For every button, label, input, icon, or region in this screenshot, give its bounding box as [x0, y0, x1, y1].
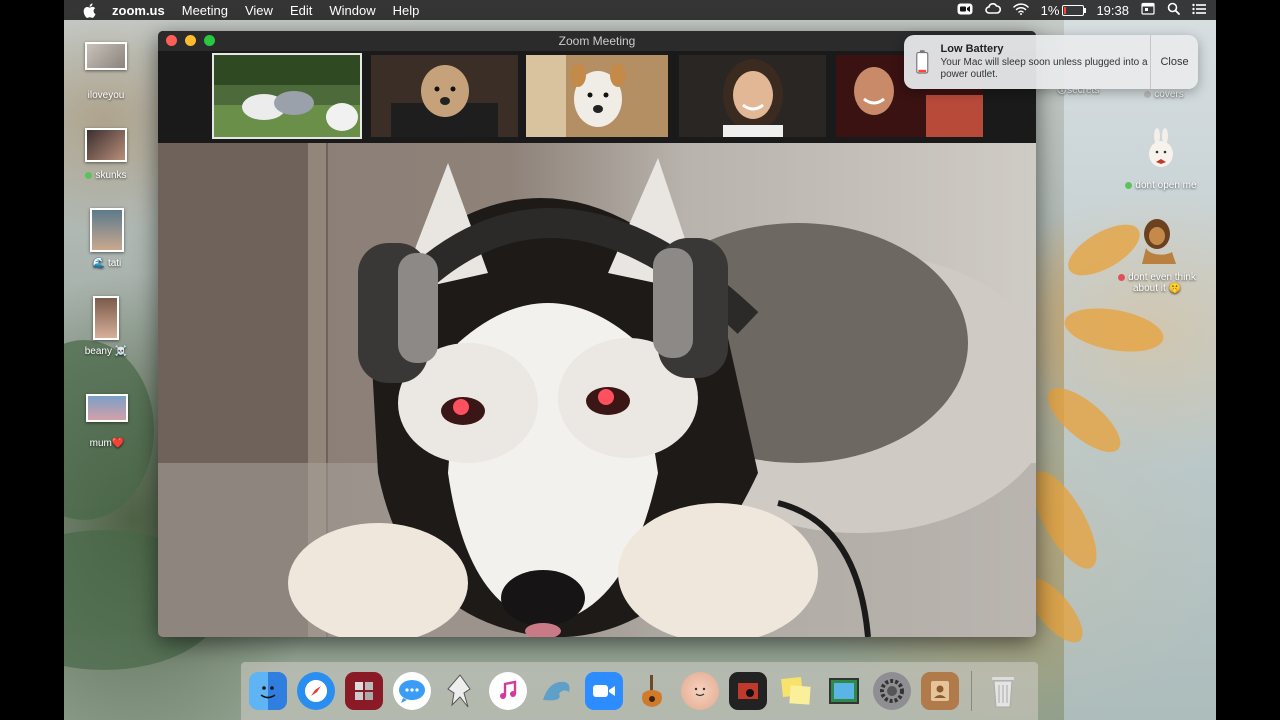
zoom-window-icon[interactable] — [204, 35, 215, 46]
husky-with-headphones-video — [158, 143, 1036, 637]
photo-slideshow-icon[interactable] — [729, 672, 767, 710]
dock-separator — [971, 671, 972, 711]
menu-view[interactable]: View — [245, 3, 273, 18]
preview-icon[interactable] — [825, 672, 863, 710]
active-speaker-video[interactable] — [158, 143, 1036, 637]
clock[interactable]: 19:38 — [1096, 3, 1129, 18]
desktop-icon-label: mum — [89, 438, 112, 449]
zoom-icon[interactable] — [585, 672, 623, 710]
menu-bar: zoom.us Meeting View Edit Window Help 1%… — [64, 0, 1216, 20]
desktop-icon-label: tati — [107, 258, 122, 269]
apple-menu-icon[interactable] — [82, 2, 96, 18]
desktop-folder-covers[interactable]: covers — [1124, 89, 1204, 100]
battery-percent: 1% — [1040, 2, 1060, 18]
participant-tile-3[interactable] — [526, 55, 668, 137]
inkscape-icon[interactable] — [441, 672, 479, 710]
desktop-icon-label: dont even think about it — [1128, 272, 1196, 294]
poodle-on-chair-video — [371, 55, 518, 137]
trash-icon[interactable] — [984, 672, 1022, 710]
stickies-icon[interactable] — [777, 672, 815, 710]
menu-window[interactable]: Window — [329, 3, 375, 18]
dogs-in-garden-video — [214, 55, 360, 137]
safari-icon[interactable] — [297, 672, 335, 710]
system-preferences-icon[interactable] — [873, 672, 911, 710]
window-title: Zoom Meeting — [558, 34, 636, 48]
window-controls — [166, 35, 215, 46]
red-tag-icon — [1118, 273, 1126, 281]
close-window-icon[interactable] — [166, 35, 177, 46]
mysql-workbench-icon[interactable] — [537, 672, 575, 710]
smiling-woman-video — [679, 55, 826, 137]
wave-emoji: 🌊 — [92, 258, 106, 269]
dock — [241, 662, 1038, 720]
itunes-icon[interactable] — [489, 672, 527, 710]
messages-icon[interactable] — [393, 672, 431, 710]
notification-body[interactable]: Low Battery Your Mac will sleep soon unl… — [904, 35, 1151, 89]
notification-message: Your Mac will sleep soon unless plugged … — [940, 57, 1148, 80]
creative-cloud-icon[interactable] — [984, 2, 1001, 18]
desktop-folder-mum[interactable]: mum❤️ — [62, 394, 152, 449]
finder-icon[interactable] — [249, 672, 287, 710]
status-area: 1% 19:38 — [957, 0, 1206, 20]
heart-emoji: ❤️ — [111, 438, 125, 449]
desktop-folder-tati[interactable]: 🌊 tati — [62, 208, 152, 269]
participant-tile-1[interactable] — [212, 53, 362, 139]
desktop-icon-label: iloveyou — [87, 90, 125, 101]
photo-thumbnail-icon — [90, 208, 124, 252]
skull-emoji: ☠️ — [114, 346, 128, 357]
desktop-folder-dont-even-think-about-it[interactable]: dont even think about it 🤫 — [1112, 218, 1202, 294]
minimize-window-icon[interactable] — [185, 35, 196, 46]
green-tag-icon — [85, 171, 93, 179]
photo-thumbnail-icon — [85, 42, 127, 70]
desktop-icon-label: skunks — [95, 170, 127, 181]
memoji-icon[interactable] — [681, 672, 719, 710]
contacts-icon[interactable] — [921, 672, 959, 710]
photo-thumbnail-icon — [85, 128, 127, 162]
green-tag-icon — [1125, 181, 1133, 189]
participant-tile-4[interactable] — [679, 55, 826, 137]
battery-icon — [1062, 4, 1087, 16]
photo-booth-icon[interactable] — [345, 672, 383, 710]
letterbox-right — [1216, 0, 1280, 720]
photo-thumbnail-icon — [86, 394, 128, 422]
notification-center-icon[interactable] — [1192, 3, 1206, 18]
shush-emoji: 🤫 — [1168, 283, 1182, 294]
battery-warning-icon — [916, 50, 929, 74]
desktop-folder-beany[interactable]: beany ☠️ — [61, 296, 151, 357]
battery-indicator[interactable]: 1% — [1040, 2, 1087, 18]
desktop-icon-label: dont open me — [1135, 180, 1197, 191]
menu-app-name[interactable]: zoom.us — [112, 3, 165, 18]
rabbit-icon — [1149, 128, 1173, 167]
menu-help[interactable]: Help — [393, 3, 420, 18]
desktop-icon-label: covers — [1154, 89, 1184, 100]
desktop-icon-label: beany — [84, 346, 112, 357]
lion-icon — [1142, 219, 1176, 264]
desktop-folder-dont-open-me[interactable]: dont open me — [1116, 128, 1206, 191]
participant-tile-2[interactable] — [371, 55, 518, 137]
zoom-meeting-window: Zoom Meeting — [158, 31, 1036, 637]
photo-thumbnail-icon — [93, 296, 119, 340]
zoom-status-icon[interactable] — [957, 3, 973, 18]
low-battery-notification: Low Battery Your Mac will sleep soon unl… — [904, 35, 1198, 89]
desktop-folder-iloveyou[interactable]: iloveyou — [61, 42, 151, 101]
terrier-dog-video — [526, 55, 668, 137]
notification-close-button[interactable]: Close — [1151, 35, 1198, 89]
notification-title: Low Battery — [940, 43, 1004, 55]
calendar-icon[interactable] — [1141, 2, 1155, 18]
garageband-icon[interactable] — [633, 672, 671, 710]
menu-meeting[interactable]: Meeting — [182, 3, 228, 18]
letterbox-left — [0, 0, 64, 720]
spotlight-search-icon[interactable] — [1167, 2, 1180, 18]
menu-edit[interactable]: Edit — [290, 3, 312, 18]
wifi-icon[interactable] — [1012, 2, 1029, 18]
desktop-folder-skunks[interactable]: skunks — [61, 128, 151, 181]
